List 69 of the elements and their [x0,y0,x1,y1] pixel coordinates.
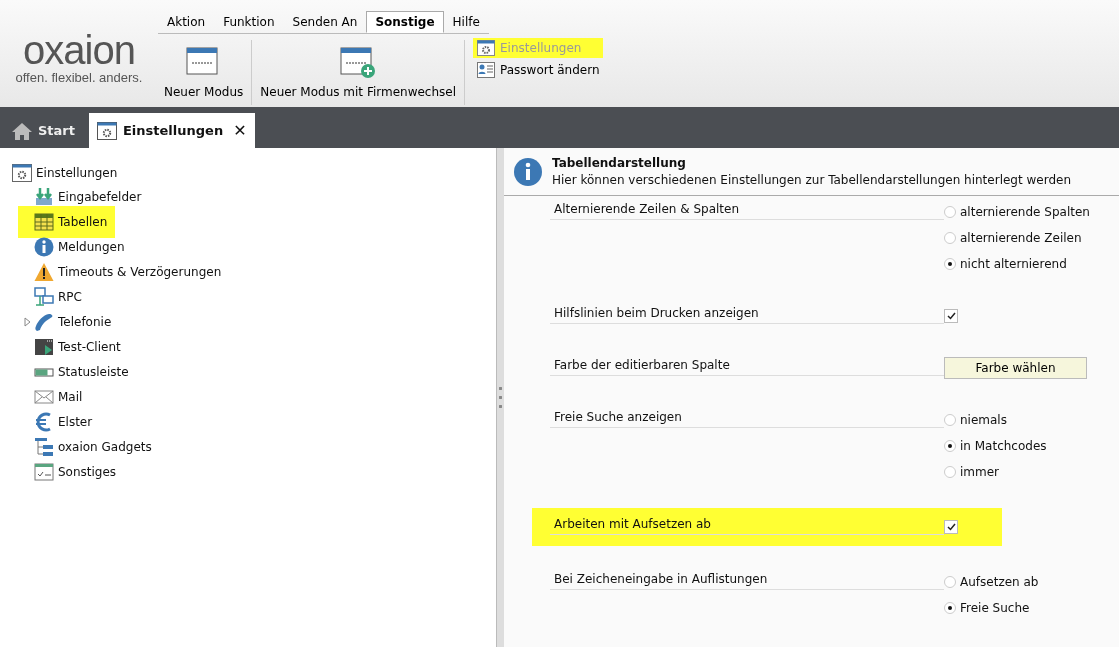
tree-item[interactable]: Telefonie [22,309,116,334]
setting-label: Hilfslinien beim Drucken anzeigen [550,303,944,324]
tree-item[interactable]: Elster [22,409,97,434]
radio-option[interactable]: nicht alternierend [944,251,1090,277]
radio-button[interactable] [944,206,956,218]
radio-button[interactable] [944,414,956,426]
setting-label: Freie Suche anzeigen [550,407,944,428]
home-icon [12,121,32,140]
user-card-icon [477,62,496,78]
radio-option[interactable]: in Matchcodes [944,433,1047,459]
ribbon-button[interactable]: Neuer Modus [158,38,250,107]
info-icon [514,157,542,186]
radio-button[interactable] [944,576,956,588]
settings-icon [12,164,32,182]
menu-tab[interactable]: Funktion [214,11,284,33]
checkbox[interactable] [944,520,958,534]
tree-item[interactable]: oxaion Gadgets [22,434,156,459]
expand-icon[interactable] [24,316,31,327]
radio-button[interactable] [944,258,956,270]
radio-option[interactable]: alternierende Zeilen [944,225,1090,251]
setting-label: Farbe der editierbaren Spalte [550,355,944,376]
settings-icon [477,40,496,56]
radio-button[interactable] [944,440,956,452]
warning-icon [34,261,54,282]
menu-tab[interactable]: Aktion [158,11,215,33]
setting-label: Bei Zeicheneingabe in Auflistungen [550,569,944,590]
radio-option[interactable]: Aufsetzen ab [944,569,1039,595]
gadgets-icon [34,436,54,457]
setting-label: Arbeiten mit Aufsetzen ab [550,514,944,535]
table-icon [34,211,54,232]
tree-item[interactable]: Test-Client [22,334,125,359]
checkbox[interactable] [944,309,958,323]
document-tab[interactable]: Einstellungen ✕ [89,113,255,148]
panel-title: Tabellendarstellung [552,156,687,170]
radio-option[interactable]: niemals [944,407,1047,433]
ribbon-button[interactable]: Neuer Modus mit Firmenwechsel [254,38,463,107]
document-tab[interactable]: Start [6,113,81,148]
radio-option[interactable]: alternierende Spalten [944,199,1090,225]
setting-label: Alternierende Zeilen & Spalten [550,199,944,220]
tree-item[interactable]: Meldungen [22,234,129,259]
menu-tab[interactable]: Sonstige [366,11,444,33]
download-icon [34,186,54,207]
form-icon [34,461,54,482]
choose-color-button[interactable]: Farbe wählen [944,357,1087,379]
settings-icon [97,121,117,140]
info-icon [34,236,54,257]
tree-item[interactable]: RPC [22,284,86,309]
ribbon-button[interactable]: Passwort ändern [473,60,604,80]
close-icon[interactable]: ✕ [233,121,247,140]
radio-button[interactable] [944,232,956,244]
menu-tab[interactable]: Hilfe [443,11,489,33]
tree-item[interactable]: Statusleiste [22,359,133,384]
tree-item[interactable]: Eingabefelder [22,184,146,209]
menu-tab[interactable]: Senden An [283,11,367,33]
tree-item[interactable]: Mail [22,384,87,409]
window-plus-icon [340,47,377,79]
tree-item[interactable]: Timeouts & Verzögerungen [22,259,226,284]
logo-tagline: offen. flexibel. anders. [15,70,143,85]
console-icon [34,336,54,357]
radio-button[interactable] [944,466,956,478]
phone-icon [34,311,54,332]
logo-text: oxaion [23,30,135,70]
tree-item[interactable]: Sonstiges [22,459,121,484]
panel-description: Hier können verschiedenen Einstellungen zur Tabellendarstellungen hinterlegt werden [552,173,1072,187]
radio-button[interactable] [944,602,956,614]
tree-item[interactable]: Einstellungen [36,166,118,180]
radio-option[interactable]: immer [944,459,1047,485]
radio-option[interactable]: Freie Suche [944,595,1039,621]
network-icon [34,286,54,307]
